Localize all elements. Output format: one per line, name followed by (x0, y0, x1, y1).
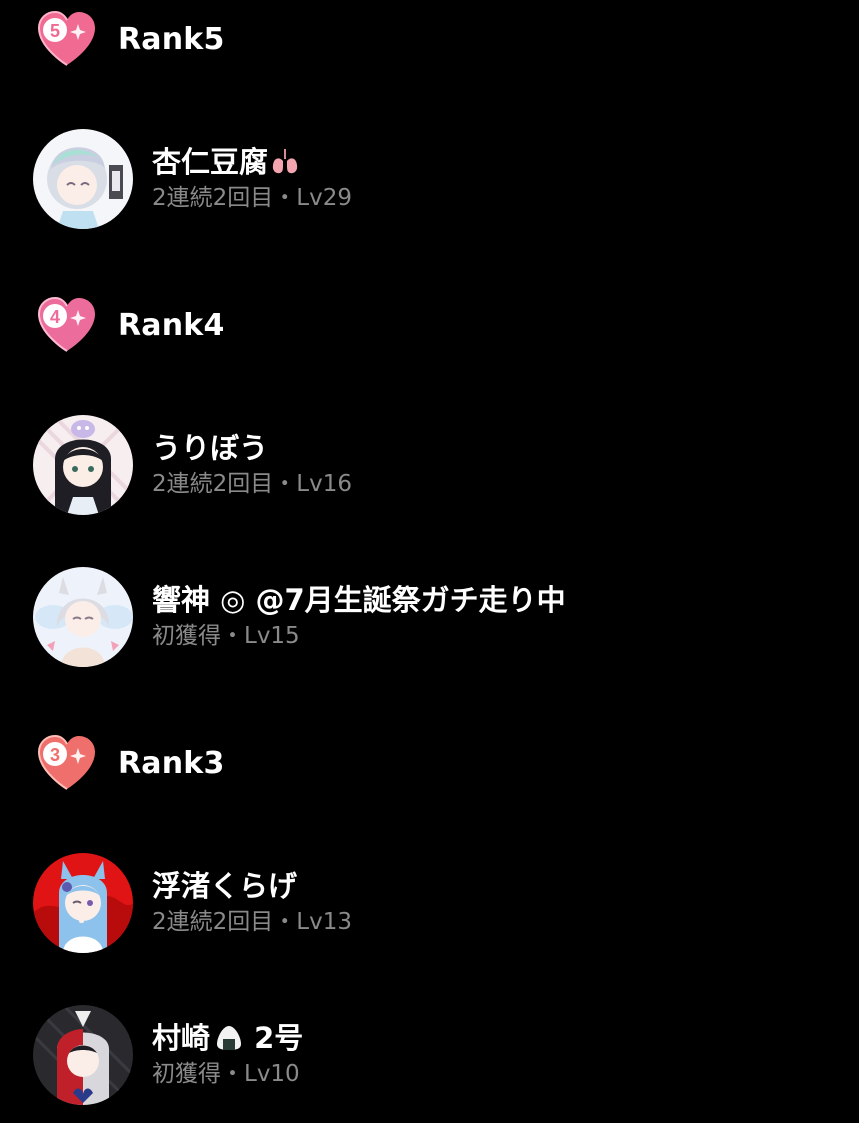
ranking-entry[interactable]: 杏仁豆腐 2連続2回目・Lv29 (33, 128, 352, 230)
svg-text:3: 3 (50, 745, 60, 765)
rank-header-4: 4 Rank4 (36, 294, 225, 356)
rank-title: Rank4 (118, 307, 225, 343)
rank-title: Rank3 (118, 745, 225, 781)
achievement-info: 初獲得・Lv15 (152, 623, 300, 649)
achievement-info: 2連続2回目・Lv16 (152, 471, 352, 497)
avatar[interactable] (33, 567, 133, 667)
user-name: 村崎 2号 (152, 1020, 303, 1056)
user-name: 浮渚くらげ (152, 868, 352, 904)
ranking-entry[interactable]: 浮渚くらげ 2連続2回目・Lv13 (33, 852, 352, 954)
svg-text:4: 4 (50, 307, 60, 327)
avatar[interactable] (33, 415, 133, 515)
rank-header-3: 3 Rank3 (36, 732, 225, 794)
achievement-info: 2連続2回目・Lv13 (152, 909, 352, 935)
user-name-text: 村崎 (152, 1021, 211, 1055)
ranking-entry[interactable]: うりぼう 2連続2回目・Lv16 (33, 414, 352, 516)
avatar[interactable] (33, 129, 133, 229)
rank-header-5: 5 Rank5 (36, 8, 225, 70)
user-name-text: 響神 ◎ @7月生誕祭ガチ走り中 (152, 583, 566, 617)
avatar[interactable] (33, 1005, 133, 1105)
user-name: 響神 ◎ @7月生誕祭ガチ走り中 (152, 582, 566, 618)
achievement-info: 初獲得・Lv10 (152, 1061, 300, 1087)
heart-badge-icon: 4 (36, 296, 98, 354)
svg-text:5: 5 (50, 21, 60, 41)
heart-badge-icon: 3 (36, 734, 98, 792)
avatar[interactable] (33, 853, 133, 953)
user-name: うりぼう (152, 430, 352, 466)
heart-badge-icon: 5 (36, 10, 98, 68)
lungs-icon (270, 147, 300, 177)
user-name-suffix: 2号 (244, 1021, 304, 1055)
achievement-info: 2連続2回目・Lv29 (152, 185, 352, 211)
user-name-text: うりぼう (152, 431, 269, 465)
user-name-text: 杏仁豆腐 (152, 145, 269, 179)
user-name-text: 浮渚くらげ (152, 869, 298, 903)
rice-ball-icon (214, 1023, 244, 1053)
rank-title: Rank5 (118, 21, 225, 57)
user-name: 杏仁豆腐 (152, 144, 352, 180)
ranking-entry[interactable]: 響神 ◎ @7月生誕祭ガチ走り中 初獲得・Lv15 (33, 566, 566, 668)
ranking-entry[interactable]: 村崎 2号 初獲得・Lv10 (33, 1004, 303, 1106)
